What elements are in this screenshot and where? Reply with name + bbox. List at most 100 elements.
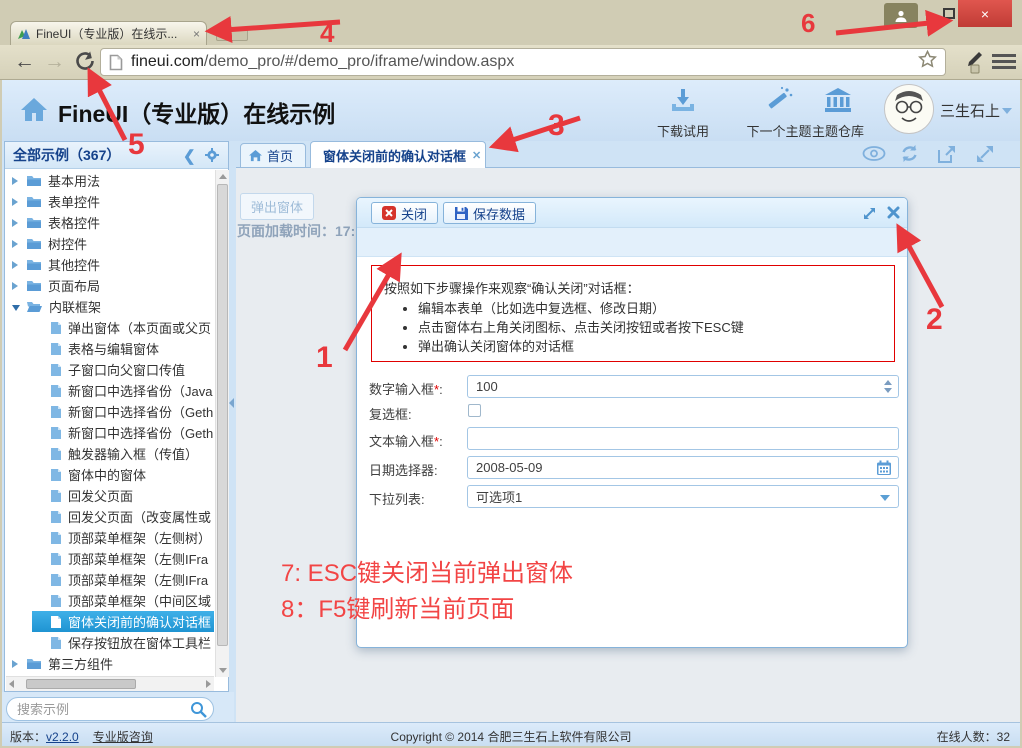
scroll-down-arrow-icon[interactable] <box>219 668 227 673</box>
collapsed-arrow-icon[interactable] <box>12 278 22 293</box>
date-input[interactable]: 2008-05-09 <box>467 456 899 479</box>
tab-home[interactable]: 首页 <box>240 143 306 168</box>
dialog-toolbar <box>357 228 907 257</box>
address-bar[interactable]: fineui.com/demo_pro/#/demo_pro/iframe/wi… <box>100 48 946 76</box>
close-button[interactable]: 关闭 <box>371 202 438 224</box>
horizontal-scroll-thumb[interactable] <box>26 679 136 689</box>
bookmark-star-icon[interactable] <box>918 50 937 74</box>
new-tab-button[interactable] <box>216 27 248 41</box>
refresh-icon[interactable] <box>900 144 919 168</box>
splitter-collapse-icon[interactable] <box>229 398 234 408</box>
dropdown-select[interactable]: 可选项1 <box>467 485 899 508</box>
tab-close-icon[interactable]: × <box>193 28 200 40</box>
tree-item[interactable]: 内联框架 <box>6 296 214 317</box>
tree-item[interactable]: 新窗口中选择省份（Geth <box>6 422 214 443</box>
dialog-window: 窗体一 关闭 保存数据 按照如下步骤操作来观察“确认关闭”对话框： 编辑本表单（… <box>356 197 908 648</box>
fullscreen-icon[interactable] <box>976 145 994 168</box>
spin-down-icon[interactable] <box>884 388 892 393</box>
tree-item[interactable]: 表单控件 <box>6 191 214 212</box>
tree-vertical-scrollbar[interactable] <box>215 170 229 677</box>
user-menu-caret-icon[interactable] <box>1002 108 1012 114</box>
text-input[interactable] <box>467 427 899 450</box>
tree-item[interactable]: 窗体中的窗体 <box>6 464 214 485</box>
calendar-icon[interactable] <box>876 460 892 479</box>
scroll-left-arrow-icon[interactable] <box>9 680 14 688</box>
checkbox-input[interactable] <box>468 404 481 417</box>
collapsed-arrow-icon[interactable] <box>12 173 22 188</box>
tree-item[interactable]: 其他控件 <box>6 254 214 275</box>
collapsed-arrow-icon[interactable] <box>12 656 22 671</box>
minimize-button[interactable] <box>926 17 938 20</box>
save-data-button[interactable]: 保存数据 <box>443 202 536 224</box>
tree-horizontal-scrollbar[interactable] <box>6 676 214 691</box>
open-in-new-window-icon[interactable] <box>938 145 956 168</box>
tree-item[interactable]: 保存按钮放在窗体工具栏 <box>6 632 214 653</box>
tree-item[interactable]: 窗体关闭前的确认对话框 <box>32 611 214 632</box>
doc-icon <box>50 426 62 440</box>
tree-item[interactable]: 触发器输入框（传值） <box>6 443 214 464</box>
tree-item-label: 保存按钮放在窗体工具栏 <box>68 633 211 652</box>
user-avatar[interactable] <box>884 84 934 134</box>
folder-open-icon <box>26 300 43 313</box>
tree-item-label: 顶部菜单框架（左侧树） <box>68 528 211 547</box>
tree-item[interactable]: 表格控件 <box>6 212 214 233</box>
number-spinner[interactable] <box>884 380 892 393</box>
number-input[interactable]: 100 <box>467 375 899 398</box>
tree-item[interactable]: 弹出窗体（本页面或父页 <box>6 317 214 338</box>
date-field-label: 日期选择器: <box>369 460 438 479</box>
panel-settings-gear-icon[interactable] <box>205 148 219 167</box>
scroll-up-arrow-icon[interactable] <box>219 174 227 179</box>
tree-item[interactable]: 回发父页面（改变属性或 <box>6 506 214 527</box>
tree-item[interactable]: 顶部菜单框架（左侧IFra <box>6 569 214 590</box>
maximize-button[interactable] <box>943 8 955 19</box>
theme-repo-button[interactable]: 主题仓库 <box>800 87 876 140</box>
dialog-maximize-icon[interactable] <box>862 206 877 226</box>
tree-item[interactable]: 回发父页面 <box>6 485 214 506</box>
collapsed-arrow-icon[interactable] <box>12 215 22 230</box>
close-red-x-icon <box>382 206 396 220</box>
vertical-scroll-thumb[interactable] <box>217 184 228 646</box>
tree-item[interactable]: 子窗口向父窗口传值 <box>6 359 214 380</box>
collapsed-arrow-icon[interactable] <box>12 194 22 209</box>
search-input[interactable] <box>6 697 214 721</box>
reload-button[interactable] <box>74 50 96 77</box>
tree-item[interactable]: 顶部菜单框架（中间区域 <box>6 590 214 611</box>
tree-item[interactable]: 新窗口中选择省份（Geth <box>6 401 214 422</box>
tree-item-label: 内联框架 <box>49 297 101 316</box>
popup-window-button[interactable]: 弹出窗体 <box>240 193 314 220</box>
tab-confirm-dialog[interactable]: 窗体关闭前的确认对话框 ✕ <box>310 141 486 168</box>
browser-tab[interactable]: FineUI（专业版）在线示... × <box>10 21 207 45</box>
view-source-eye-icon[interactable] <box>862 146 886 166</box>
bank-icon <box>823 87 853 114</box>
scroll-right-arrow-icon[interactable] <box>206 680 211 688</box>
tree-item[interactable]: 第三方组件 <box>6 653 214 674</box>
panel-collapse-icon[interactable]: ❮ <box>183 147 196 165</box>
tab-close-icon[interactable]: ✕ <box>472 149 481 162</box>
tree-item[interactable]: 页面布局 <box>6 275 214 296</box>
theme-repo-label: 主题仓库 <box>800 121 876 140</box>
expanded-arrow-icon[interactable] <box>12 299 22 314</box>
user-name[interactable]: 三生石上 <box>940 100 1000 121</box>
dialog-header[interactable] <box>357 198 907 228</box>
profile-button[interactable] <box>884 3 918 28</box>
download-trial-button[interactable]: 下载试用 <box>648 88 718 140</box>
collapsed-arrow-icon[interactable] <box>12 236 22 251</box>
browser-menu-icon[interactable] <box>992 54 1016 72</box>
extension-eyedropper-icon[interactable] <box>957 49 985 82</box>
tree-item[interactable]: 顶部菜单框架（左侧树） <box>6 527 214 548</box>
tree-item[interactable]: 顶部菜单框架（左侧IFra <box>6 548 214 569</box>
back-button[interactable]: ← <box>14 51 35 72</box>
tree-item[interactable]: 新窗口中选择省份（Java <box>6 380 214 401</box>
dropdown-arrow-icon[interactable] <box>880 495 890 501</box>
collapsed-arrow-icon[interactable] <box>12 257 22 272</box>
tree-item[interactable]: 基本用法 <box>6 170 214 191</box>
tree-item[interactable]: 树控件 <box>6 233 214 254</box>
tab-active-label: 窗体关闭前的确认对话框 <box>323 146 466 165</box>
window-close-button[interactable]: × <box>958 0 1012 27</box>
dialog-close-icon[interactable] <box>887 206 900 224</box>
search-icon[interactable] <box>190 701 207 723</box>
tree-item[interactable]: 表格与编辑窗体 <box>6 338 214 359</box>
spin-up-icon[interactable] <box>884 380 892 385</box>
app-home-icon[interactable] <box>20 97 48 128</box>
forward-button[interactable]: → <box>44 51 65 72</box>
